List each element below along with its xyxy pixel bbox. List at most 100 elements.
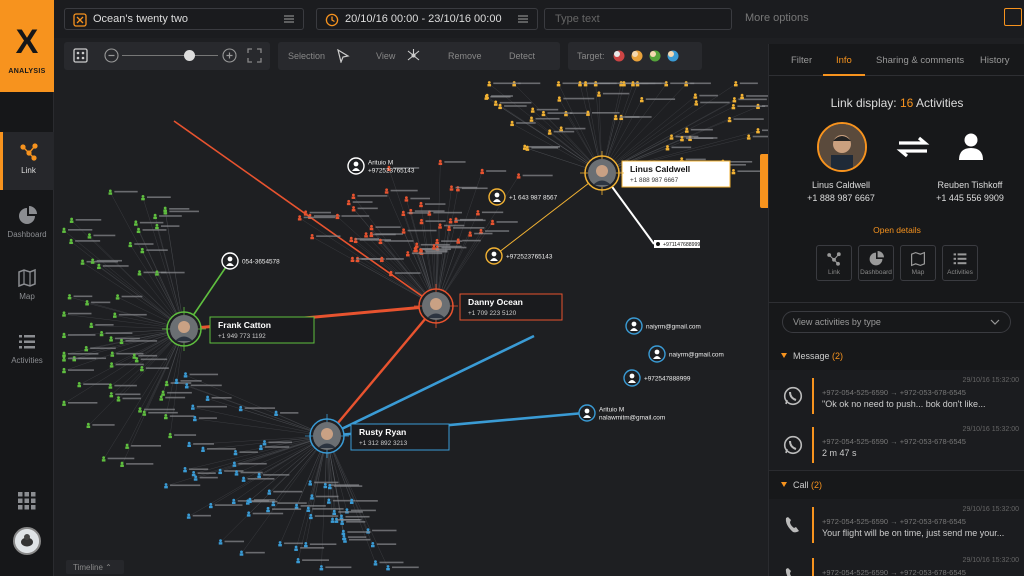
panel-collapse-handle[interactable]	[760, 154, 768, 208]
remove-button[interactable]: Remove	[448, 51, 482, 61]
item-date: 29/10/16 15:32:00	[962, 557, 1019, 564]
leaf-label	[126, 463, 154, 465]
activity-type-select[interactable]: View activities by type	[782, 311, 1011, 333]
graph-leaf-node	[613, 114, 640, 121]
person-icon	[128, 241, 132, 245]
zoom-in-icon[interactable]	[222, 48, 237, 63]
message-item[interactable]: 29/10/16 15:32:00 +972-054-525-6590 → +9…	[769, 419, 1024, 471]
person-icon-body	[448, 221, 453, 224]
main-node-name: Rusty Ryan	[359, 427, 406, 437]
menu-icon[interactable]	[283, 14, 295, 24]
graph-leaf-node	[89, 322, 114, 328]
person-icon	[498, 103, 502, 107]
item-numbers: +972-054-525-6590 → +972-053-678-6545	[822, 388, 966, 397]
person-icon-body	[323, 485, 328, 489]
leaf-label	[536, 108, 559, 111]
person-icon-body	[231, 501, 236, 505]
leaf-label	[196, 405, 227, 408]
leaf-label	[636, 82, 667, 85]
tab-filter[interactable]: Filter	[791, 55, 812, 66]
case-selector[interactable]: Ocean's twenty two	[64, 8, 304, 30]
network-icon[interactable]	[406, 48, 421, 63]
message-item[interactable]: 29/10/16 15:32:00 +972-054-525-6590 → +9…	[769, 370, 1024, 422]
search-input[interactable]: Type text	[544, 8, 732, 30]
nav-item-dashboard[interactable]: Dashboard	[0, 196, 54, 254]
message-section-header[interactable]: Message (2)	[781, 351, 843, 361]
leaf-label	[272, 508, 302, 510]
timeline-toggle[interactable]: Timeline ⌃	[66, 560, 124, 574]
leaf-label	[685, 158, 706, 161]
person-icon-body	[746, 137, 751, 140]
detect-button[interactable]: Detect	[509, 51, 535, 61]
menu-icon[interactable]	[517, 14, 529, 24]
leaf-label	[165, 396, 186, 399]
leaf-label	[273, 490, 303, 493]
person-icon-body	[128, 244, 133, 248]
person-icon-body	[271, 503, 276, 507]
person-icon	[468, 231, 472, 235]
person-icon-body	[556, 84, 561, 87]
apps-grid-icon[interactable]	[18, 492, 36, 510]
more-options-link[interactable]: More options	[745, 12, 809, 24]
person-a-avatar[interactable]	[817, 122, 867, 172]
graph-leaf-node	[69, 238, 101, 245]
mini-dashboard-button[interactable]: Dashboard	[858, 245, 894, 281]
zoom-slider-track[interactable]	[122, 55, 218, 56]
selection-button[interactable]: Selection	[288, 51, 325, 61]
person-icon	[295, 503, 298, 507]
leaf-label	[309, 543, 337, 546]
person-icon-body	[330, 520, 335, 523]
window-button[interactable]	[1004, 8, 1022, 26]
person-a-name: Linus Caldwell	[811, 180, 871, 190]
person-icon	[85, 300, 89, 303]
call-item[interactable]: 29/10/16 15:32:00 +972-054-525-6590 → +9…	[769, 499, 1024, 551]
person-icon-body	[319, 568, 324, 571]
tab-info[interactable]: Info	[836, 55, 852, 66]
nav-item-activities[interactable]: Activities	[0, 322, 54, 380]
date-range-picker[interactable]: 20/10/16 00:00 - 23/10/16 00:00	[316, 8, 538, 30]
view-button[interactable]: View	[376, 51, 395, 61]
tab-history[interactable]: History	[980, 55, 1010, 66]
leaf-label	[314, 481, 339, 484]
person-icon	[201, 446, 205, 450]
leaf-label	[125, 340, 158, 342]
leaf-label	[375, 226, 401, 228]
app-logo[interactable]: X ANALYSIS	[0, 0, 54, 92]
nav-item-link[interactable]: Link	[0, 132, 54, 190]
leaf-label	[390, 189, 418, 192]
link-graph-canvas[interactable]: Arituio M+9725237651​43054-3654578+1 643…	[54, 76, 768, 576]
open-details-link[interactable]: Open details	[769, 225, 1024, 235]
user-avatar[interactable]	[13, 527, 41, 555]
person-icon	[491, 219, 494, 223]
leaf-label	[73, 295, 93, 298]
call-item[interactable]: 29/10/16 15:32:00 +972-054-525-6590 → +9…	[769, 550, 1024, 576]
person-icon	[685, 127, 689, 131]
person-icon-body	[447, 228, 451, 231]
tab-sharing[interactable]: Sharing & comments	[876, 55, 964, 66]
person-icon-body	[349, 239, 354, 243]
nav-item-map[interactable]: Map	[0, 258, 54, 316]
map-icon	[911, 251, 925, 267]
leaf-label	[333, 485, 363, 487]
leaf-label	[355, 500, 378, 502]
fit-screen-icon[interactable]	[73, 48, 88, 63]
graph-leaf-node	[401, 228, 437, 234]
person-icon-body	[449, 188, 454, 191]
person-icon-body	[564, 113, 568, 117]
mini-activities-button[interactable]: Activities	[942, 245, 978, 281]
person-icon	[120, 461, 124, 465]
graph-leaf-node	[369, 224, 401, 231]
cursor-icon[interactable]	[336, 49, 350, 63]
call-section-header[interactable]: Call (2)	[781, 480, 822, 490]
target-icons[interactable]	[612, 49, 696, 63]
zoom-slider-thumb[interactable]	[184, 50, 196, 61]
leaf-label	[474, 232, 493, 235]
person-icon	[296, 557, 300, 561]
zoom-out-icon[interactable]	[104, 48, 119, 63]
mini-map-button[interactable]: Map	[900, 245, 936, 281]
person-icon	[70, 217, 74, 221]
expand-icon[interactable]	[247, 48, 262, 63]
mini-link-button[interactable]: Link	[816, 245, 852, 281]
person-icon-body	[680, 138, 684, 142]
link-icon	[19, 143, 38, 161]
